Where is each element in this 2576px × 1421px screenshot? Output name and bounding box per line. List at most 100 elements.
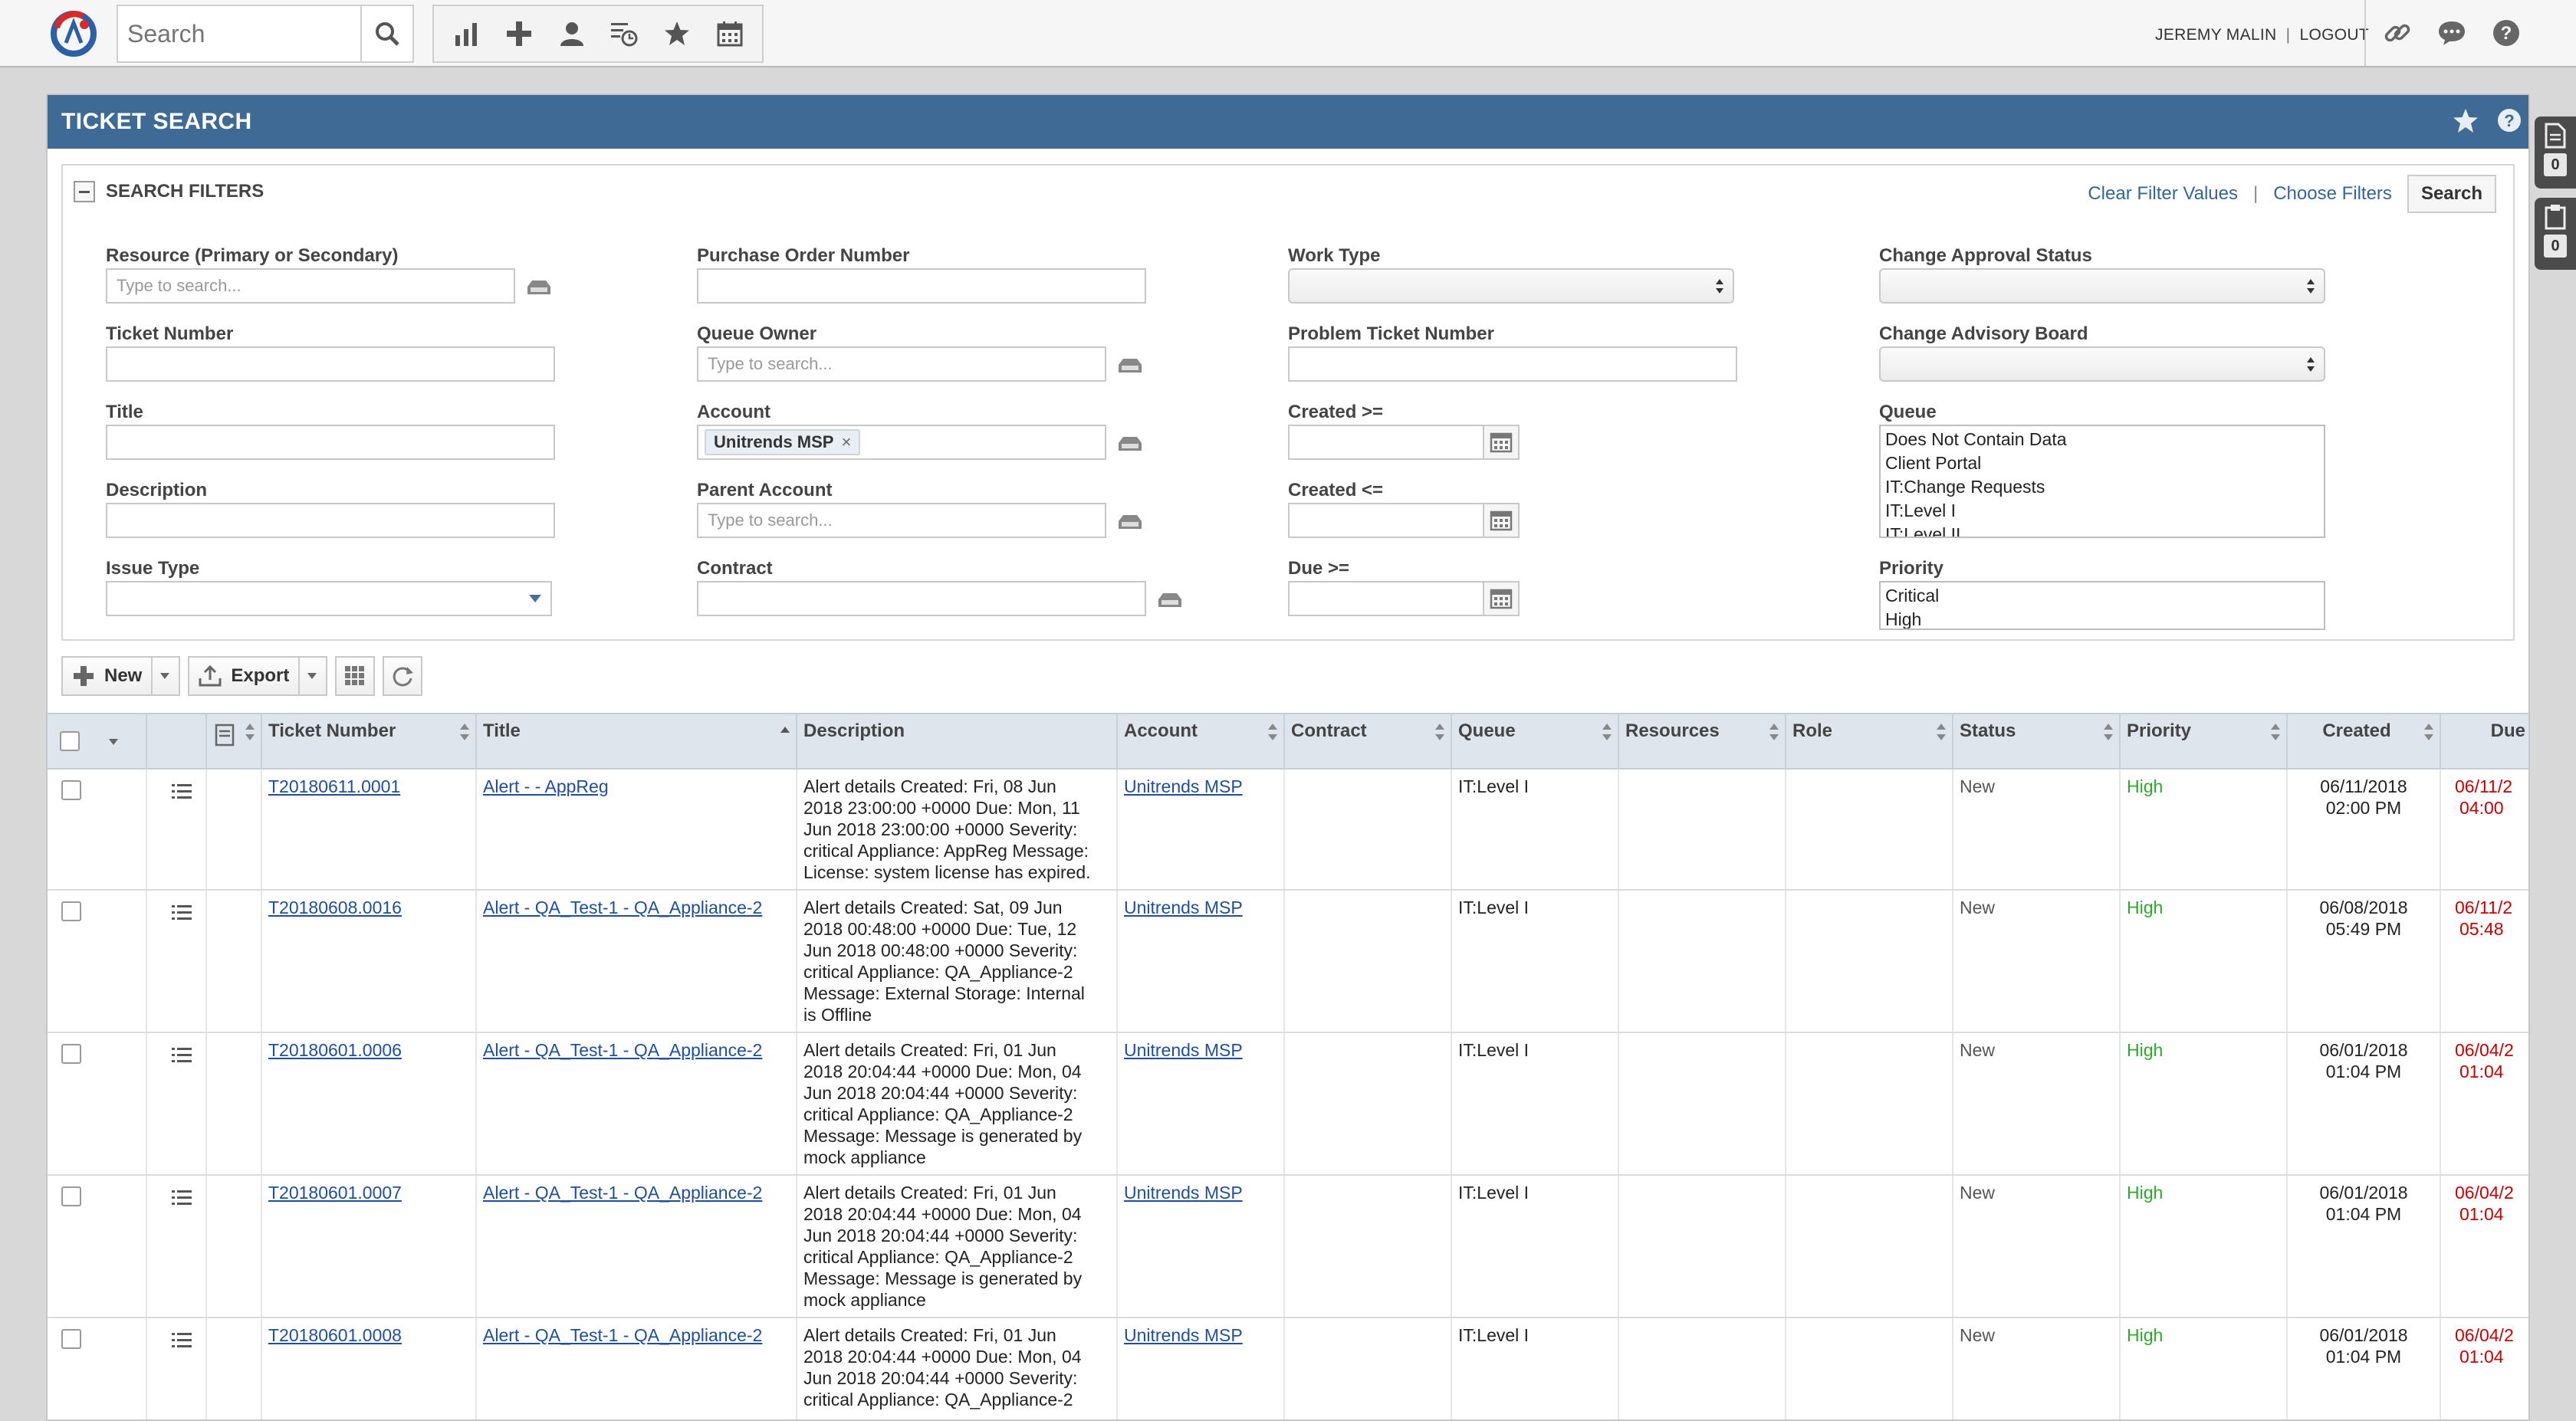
queue-option[interactable]: IT:Change Requests (1885, 475, 2319, 499)
table-row[interactable]: T20180611.0001 Alert - - AppReg Alert deta… (48, 770, 2528, 891)
due-from-calendar-icon[interactable] (1483, 581, 1520, 616)
contract-column-header[interactable]: Contract (1285, 714, 1452, 770)
role-column-header[interactable]: Role (1786, 714, 1953, 770)
user-name[interactable]: JEREMY MALIN (2155, 26, 2276, 44)
reports-icon[interactable] (446, 14, 486, 54)
refresh-button[interactable] (383, 656, 423, 696)
remove-tag-icon[interactable]: × (841, 432, 851, 452)
title-column-header[interactable]: Title (477, 714, 797, 770)
created-to-calendar-icon[interactable] (1483, 503, 1520, 538)
queue-option[interactable]: Client Portal (1885, 451, 2319, 475)
global-search-input[interactable] (118, 6, 362, 61)
timesheet-icon[interactable] (604, 14, 644, 54)
table-row[interactable]: T20180608.0016 Alert - QA_Test-1 - QA_App… (48, 891, 2528, 1033)
created-to-input[interactable] (1288, 503, 1484, 538)
problem-ticket-input[interactable] (1288, 346, 1737, 382)
queue-listbox[interactable]: Does Not Contain Data Client Portal IT:C… (1879, 425, 2325, 538)
account-link[interactable]: Unitrends MSP (1124, 1040, 1243, 1060)
queue-option[interactable]: Does Not Contain Data (1885, 428, 2319, 451)
side-tab-clipboard[interactable]: 0 (2535, 198, 2576, 270)
resource-input[interactable]: Type to search... (106, 268, 515, 304)
priority-option[interactable]: High (1885, 608, 2319, 628)
row-checkbox[interactable] (61, 1329, 81, 1349)
ticket-number-column-header[interactable]: Ticket Number (262, 714, 477, 770)
user-icon[interactable] (552, 14, 592, 54)
account-link[interactable]: Unitrends MSP (1124, 776, 1243, 796)
row-checkbox[interactable] (61, 901, 81, 921)
created-column-header[interactable]: Created (2288, 714, 2441, 770)
created-from-calendar-icon[interactable] (1483, 425, 1520, 460)
account-link[interactable]: Unitrends MSP (1124, 898, 1243, 917)
parent-account-input[interactable]: Type to search... (697, 503, 1106, 538)
clear-filter-values-link[interactable]: Clear Filter Values (2088, 183, 2238, 205)
description-input[interactable] (106, 503, 555, 538)
queue-option[interactable]: IT:Level II (1885, 523, 2319, 537)
priority-column-header[interactable]: Priority (2121, 714, 2288, 770)
ticket-number-link[interactable]: T20180611.0001 (268, 776, 400, 796)
new-dropdown-arrow[interactable] (151, 658, 170, 694)
priority-listbox[interactable]: Critical High (1879, 581, 2325, 630)
logout-link[interactable]: LOGOUT (2300, 26, 2369, 44)
select-menu-arrow[interactable] (107, 737, 120, 747)
chat-icon[interactable] (2432, 13, 2472, 53)
due-column-header[interactable]: Due (2441, 714, 2528, 770)
row-menu-icon[interactable] (170, 1188, 193, 1208)
app-logo[interactable] (49, 9, 98, 58)
title-input[interactable] (106, 425, 555, 460)
table-row[interactable]: T20180601.0007 Alert - QA_Test-1 - QA_App… (48, 1176, 2528, 1318)
created-from-input[interactable] (1288, 425, 1484, 460)
po-number-input[interactable] (697, 268, 1146, 304)
new-button[interactable]: New (61, 656, 181, 696)
table-row[interactable]: T20180601.0008 Alert - QA_Test-1 - QA_App… (48, 1318, 2528, 1419)
notes-column-header[interactable] (207, 714, 262, 770)
choose-filters-link[interactable]: Choose Filters (2273, 183, 2392, 205)
column-chooser-button[interactable] (335, 656, 376, 696)
search-icon[interactable] (362, 6, 412, 61)
work-type-select[interactable] (1288, 268, 1734, 304)
row-checkbox[interactable] (61, 1186, 81, 1206)
ticket-number-link[interactable]: T20180601.0008 (268, 1325, 402, 1345)
row-menu-icon[interactable] (170, 782, 193, 802)
row-checkbox[interactable] (61, 780, 81, 800)
change-approval-select[interactable] (1879, 268, 2325, 304)
ticket-number-link[interactable]: T20180601.0007 (268, 1183, 402, 1203)
queue-option[interactable]: IT:Level I (1885, 499, 2319, 523)
description-column-header[interactable]: Description (797, 714, 1118, 770)
change-board-select[interactable] (1879, 346, 2325, 382)
queue-owner-lookup-icon[interactable] (1117, 356, 1143, 374)
parent-account-lookup-icon[interactable] (1117, 512, 1143, 530)
resource-lookup-icon[interactable] (526, 277, 552, 296)
favorites-star-icon[interactable] (657, 14, 697, 54)
row-checkbox[interactable] (61, 1044, 81, 1064)
issue-type-select[interactable] (106, 581, 552, 616)
add-icon[interactable] (499, 14, 539, 54)
panel-help-icon[interactable]: ? (2496, 107, 2522, 135)
account-lookup-icon[interactable] (1117, 434, 1143, 452)
ticket-title-link[interactable]: Alert - QA_Test-1 - QA_Appliance-2 (483, 1040, 762, 1060)
account-column-header[interactable]: Account (1118, 714, 1285, 770)
account-link[interactable]: Unitrends MSP (1124, 1183, 1243, 1203)
favorite-star-icon[interactable] (2452, 107, 2479, 135)
filter-search-button[interactable]: Search (2407, 175, 2496, 213)
ticket-title-link[interactable]: Alert - QA_Test-1 - QA_Appliance-2 (483, 1183, 762, 1203)
contract-input[interactable] (697, 581, 1146, 616)
ticket-title-link[interactable]: Alert - - AppReg (483, 776, 609, 796)
ticket-number-link[interactable]: T20180601.0006 (268, 1040, 402, 1060)
priority-option[interactable]: Critical (1885, 584, 2319, 608)
due-from-input[interactable] (1288, 581, 1484, 616)
row-menu-icon[interactable] (170, 1331, 193, 1350)
ticket-title-link[interactable]: Alert - QA_Test-1 - QA_Appliance-2 (483, 898, 762, 917)
table-row[interactable]: T20180601.0006 Alert - QA_Test-1 - QA_App… (48, 1033, 2528, 1176)
calendar-icon[interactable] (710, 14, 750, 54)
status-column-header[interactable]: Status (1953, 714, 2121, 770)
row-menu-icon[interactable] (170, 1045, 193, 1065)
export-button[interactable]: Export (188, 656, 328, 696)
select-all-checkbox[interactable] (60, 731, 80, 751)
ticket-number-link[interactable]: T20180608.0016 (268, 898, 402, 917)
resources-column-header[interactable]: Resources (1619, 714, 1786, 770)
contract-lookup-icon[interactable] (1157, 590, 1183, 609)
help-icon[interactable]: ? (2486, 13, 2526, 53)
account-link[interactable]: Unitrends MSP (1124, 1325, 1243, 1345)
side-tab-documents[interactable]: 0 (2535, 117, 2576, 189)
link-icon[interactable] (2377, 13, 2417, 53)
